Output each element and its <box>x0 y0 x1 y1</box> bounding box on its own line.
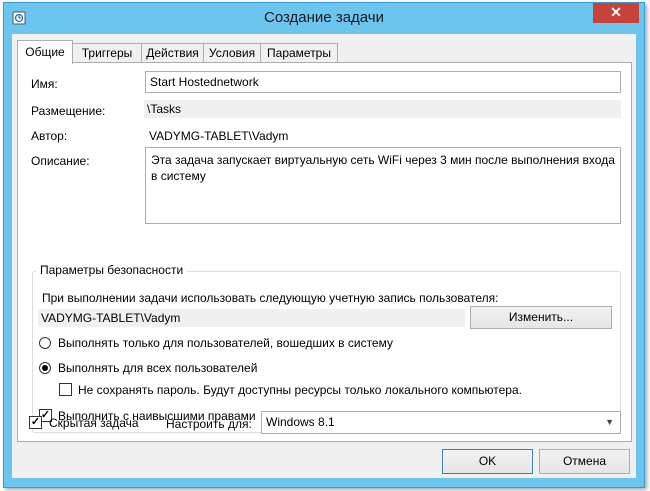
chevron-down-icon[interactable]: ▼ <box>605 417 614 427</box>
tab-conditions[interactable]: Условия <box>203 43 261 63</box>
description-textarea[interactable]: Эта задача запускает виртуальную сеть Wi… <box>145 147 621 224</box>
author-value: VADYMG-TABLET\Vadym <box>149 129 289 143</box>
tab-general[interactable]: Общие <box>17 40 73 64</box>
hidden-task-checkbox[interactable]: ✓ <box>29 416 42 429</box>
hidden-task-label[interactable]: Скрытая задача <box>49 416 139 430</box>
close-icon[interactable]: ✕ <box>593 3 639 23</box>
radio-selected-dot <box>42 365 48 371</box>
configure-for-value: Windows 8.1 <box>266 415 335 429</box>
dialog-window: Создание задачи ✕ Общие Триггеры Действи… <box>3 2 645 488</box>
user-account-value: VADYMG-TABLET\Vadym <box>38 309 465 327</box>
radio-logged-on-only[interactable] <box>39 337 51 349</box>
author-label: Автор: <box>31 129 68 143</box>
no-store-password-checkbox[interactable] <box>59 383 72 396</box>
ok-button[interactable]: OK <box>442 449 533 474</box>
tab-actions[interactable]: Действия <box>141 43 204 63</box>
location-label: Размещение: <box>31 104 106 118</box>
window-title: Создание задачи <box>264 9 384 26</box>
change-user-button[interactable]: Изменить... <box>470 306 612 329</box>
radio-logged-on-label[interactable]: Выполнять только для пользователей, воше… <box>58 336 393 350</box>
title-bar[interactable]: Создание задачи ✕ <box>4 3 644 33</box>
name-input[interactable]: Start Hostednetwork <box>145 71 621 93</box>
configure-for-label: Настроить для: <box>166 417 252 431</box>
no-store-password-label[interactable]: Не сохранять пароль. Будут доступны ресу… <box>78 383 522 397</box>
location-value: \Tasks <box>144 100 621 118</box>
configure-for-select[interactable]: Windows 8.1 ▼ <box>261 411 621 434</box>
general-tab-panel: Имя: Start Hostednetwork Размещение: \Ta… <box>17 62 632 442</box>
cancel-button[interactable]: Отмена <box>539 449 630 474</box>
name-label: Имя: <box>31 77 58 91</box>
tab-settings[interactable]: Параметры <box>260 43 338 63</box>
radio-all-users[interactable] <box>39 362 51 374</box>
run-as-text: При выполнении задачи использовать следу… <box>42 291 499 305</box>
description-label: Описание: <box>31 154 90 168</box>
dialog-client: Общие Триггеры Действия Условия Параметр… <box>12 34 636 478</box>
tab-triggers[interactable]: Триггеры <box>72 43 142 63</box>
security-group-title: Параметры безопасности <box>36 263 188 277</box>
radio-all-users-label[interactable]: Выполнять для всех пользователей <box>58 361 257 375</box>
